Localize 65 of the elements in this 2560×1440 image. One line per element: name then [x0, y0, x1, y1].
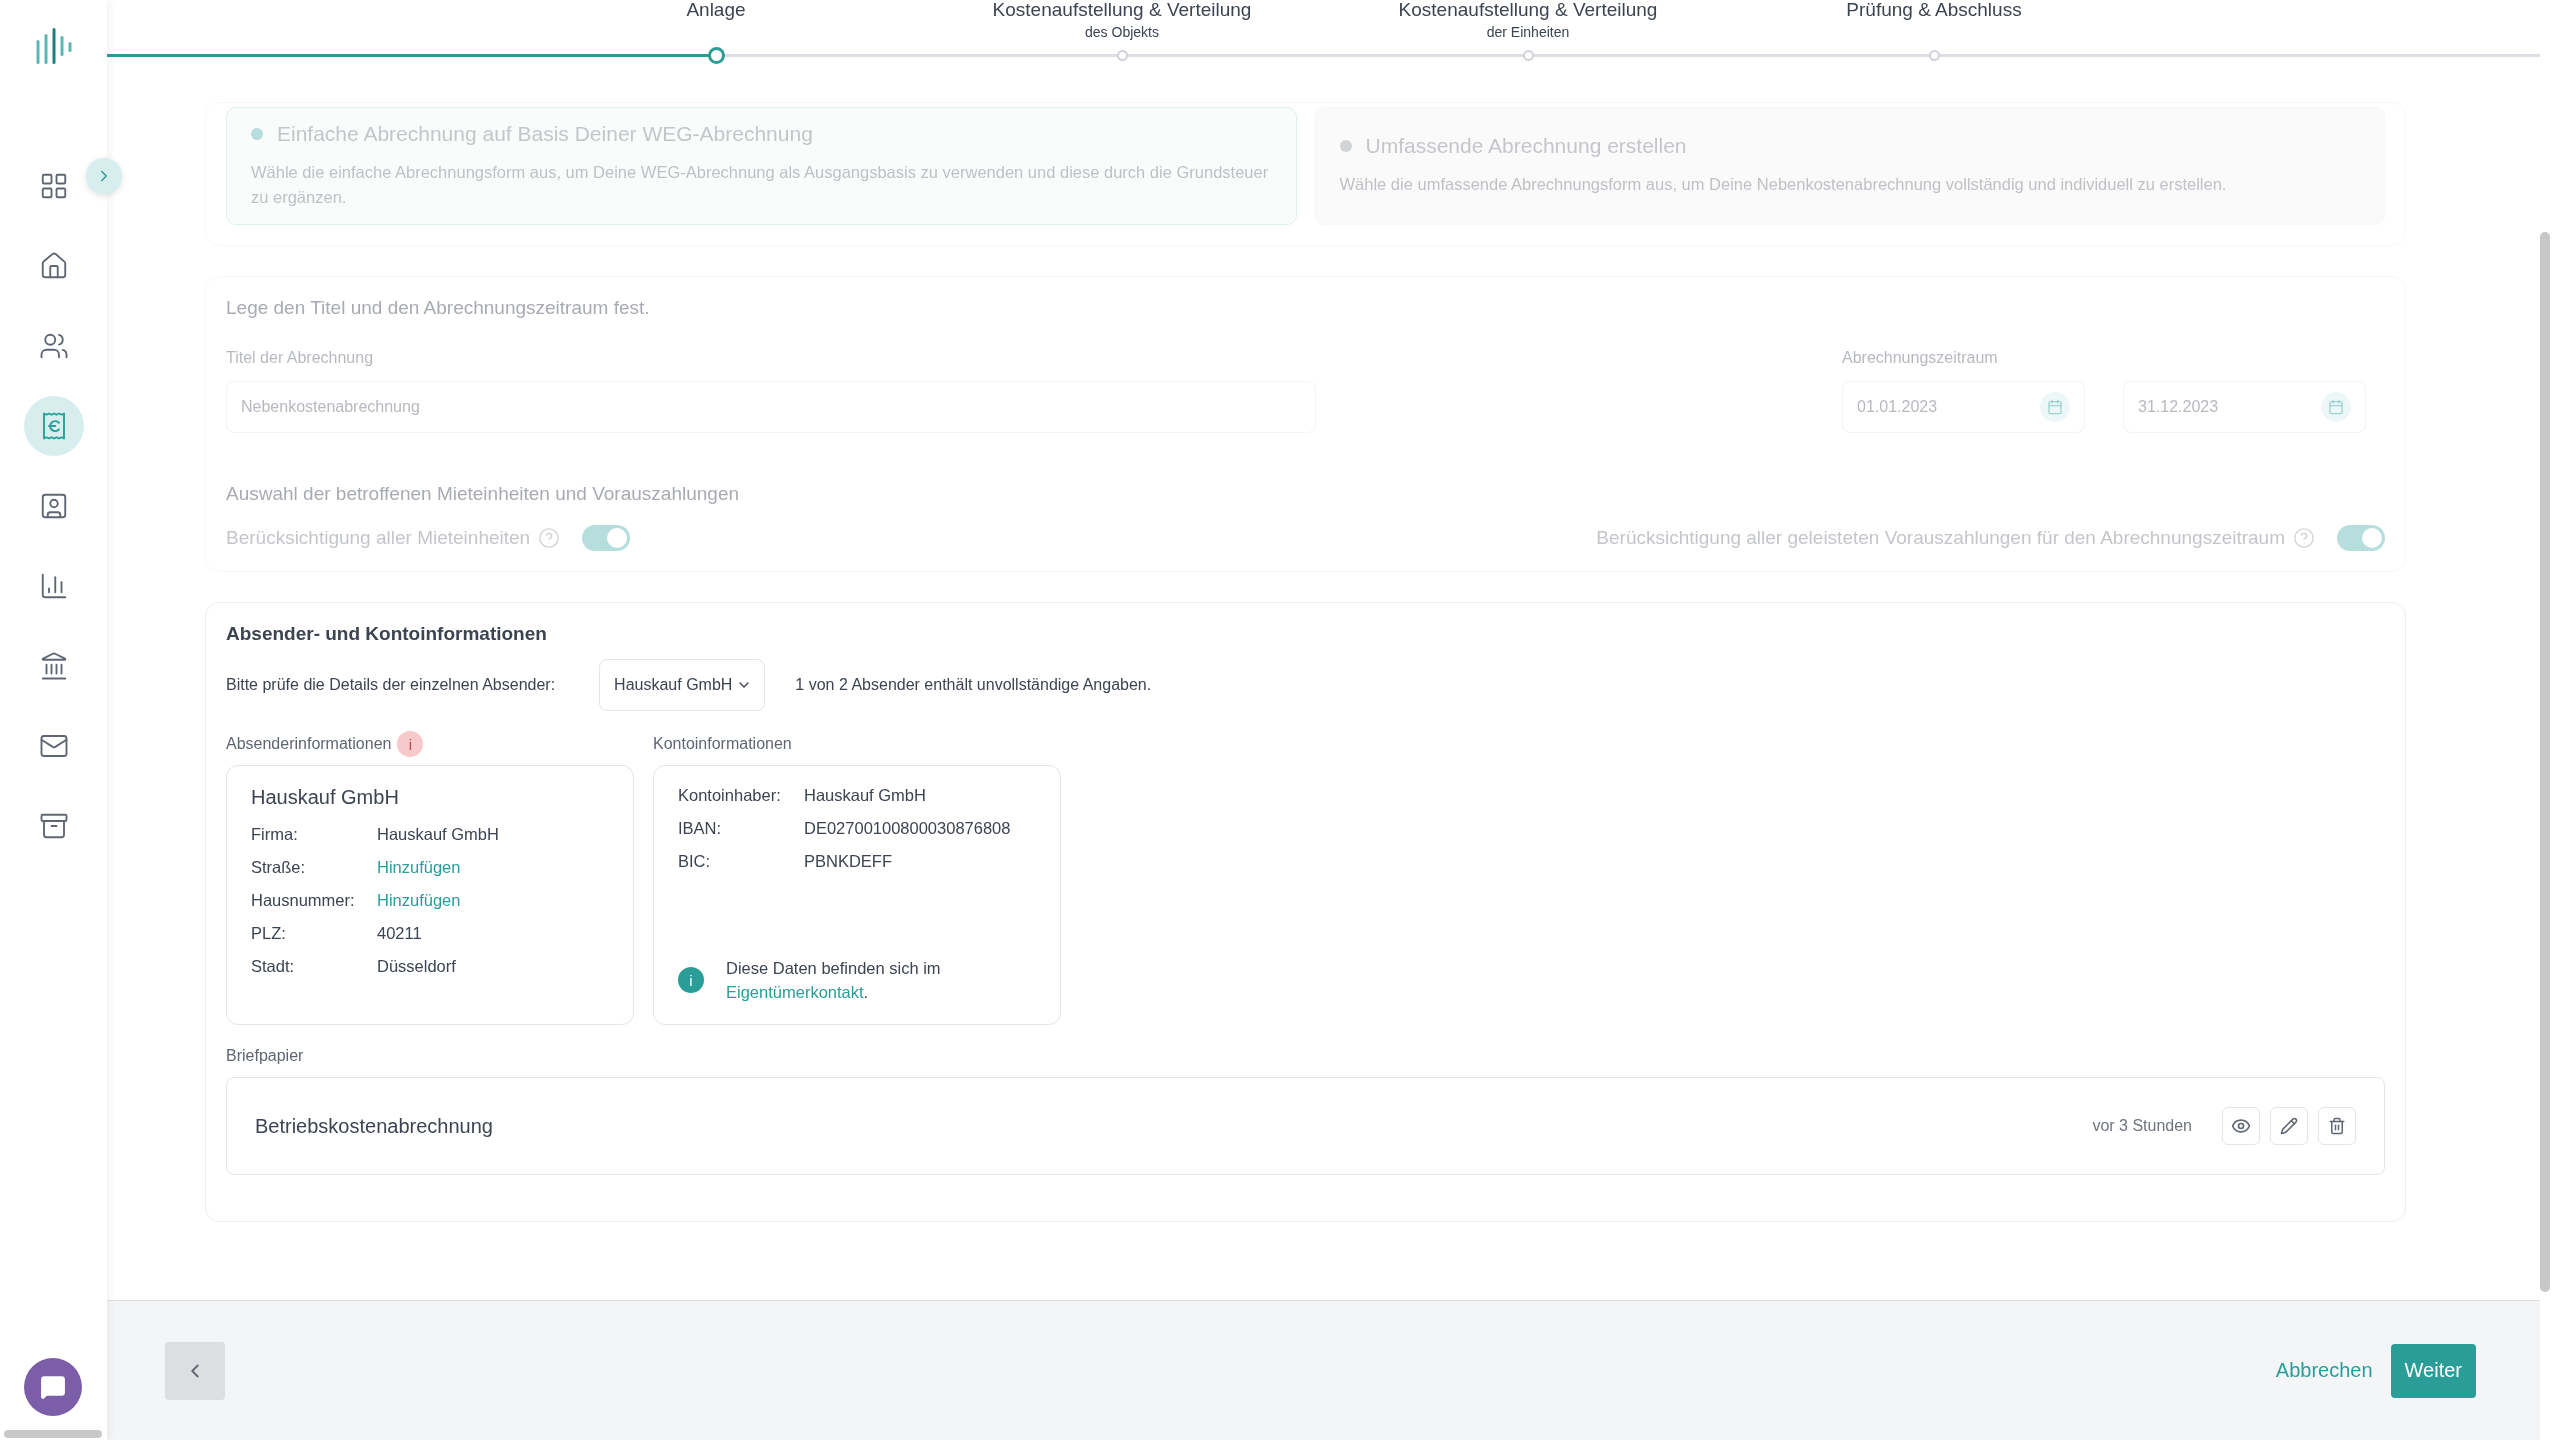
field-label: Titel der Abrechnung — [226, 349, 375, 367]
scrollbar[interactable] — [2540, 232, 2550, 1292]
radio-dot — [251, 128, 263, 140]
logo-icon — [33, 28, 74, 64]
section-heading: Auswahl der betroffenen Mieteinheiten und Vorauszahlungen — [226, 483, 740, 504]
field-label: Kontoinhaber: — [678, 786, 782, 805]
field-value: Hauskauf GmbH — [804, 786, 927, 805]
notice-text: 1 von 2 Absender enthält unvollständige Angaben. — [795, 676, 1152, 694]
eye-icon — [2231, 1116, 2251, 1136]
toggle-label: Berücksichtigung aller geleisteten Vorauszahlungen für den Abrechnungszeitraum — [1596, 527, 2285, 549]
delete-button[interactable] — [2318, 1107, 2356, 1145]
step-marker[interactable] — [707, 47, 725, 64]
field-value: Hauskauf GmbH — [377, 825, 500, 844]
step-label: Kostenaufstellung & Verteilung — [992, 0, 1252, 20]
section-heading: Absender- und Kontoinformationen — [226, 623, 547, 644]
step-marker[interactable] — [1522, 50, 1534, 61]
info-note: Diese Daten befinden sich im Eigentümerkontakt. — [726, 958, 942, 1003]
step-label: Kostenaufstellung & Verteilung — [1398, 0, 1658, 20]
subheading: Kontoinformationen — [653, 735, 792, 753]
step-label: Anlage — [686, 0, 746, 20]
scrollbar[interactable] — [4, 1430, 102, 1438]
step-label: Prüfung & Abschluss — [1846, 0, 2022, 20]
field-label: PLZ: — [251, 924, 287, 943]
info-badge: i — [678, 967, 704, 993]
step-marker[interactable] — [1116, 50, 1128, 61]
option-description: Wähle die einfache Abrechnungsform aus, um Deine WEG-Abrechnung als Ausgangsbasis zu verwenden und diese durch die Grundsteuer zu ergänzen. — [251, 162, 1270, 208]
field-value: 40211 — [377, 924, 423, 943]
cancel-button[interactable]: Abbrechen — [2265, 1351, 2383, 1390]
field-label: Hausnummer: — [251, 891, 356, 910]
chat-button[interactable] — [24, 1358, 82, 1416]
subheading: Briefpapier — [226, 1047, 304, 1064]
subheading: Absenderinformationen — [226, 735, 392, 753]
warning-badge[interactable]: i — [397, 731, 424, 757]
option-description: Wähle die umfassende Abrechnungsform aus, um Deine Nebenkostenabrechnung vollständig und individuell zu erstellen. — [1339, 174, 2228, 195]
field-label: Stadt: — [251, 957, 296, 976]
field-label: IBAN: — [678, 819, 723, 838]
timestamp: vor 3 Stunden — [2092, 1117, 2192, 1135]
people-icon — [38, 331, 69, 361]
add-link[interactable]: Hinzufügen — [377, 858, 609, 877]
toggle-label: Berücksichtigung aller Mieteinheiten — [226, 527, 531, 549]
sender-dropdown[interactable]: Hauskauf GmbH — [599, 659, 766, 711]
step-sublabel: der Einheiten — [1486, 24, 1570, 40]
step-marker[interactable] — [1928, 50, 1940, 61]
field-value: Düsseldorf — [377, 957, 457, 976]
prompt-text: Bitte prüfe die Details der einzelnen Absender: — [226, 676, 556, 694]
section-heading: Lege den Titel und den Abrechnungszeitraum fest. — [226, 297, 650, 318]
field-value: DE02700100800030876808 — [804, 819, 1012, 838]
field-label: Straße: — [251, 858, 307, 877]
field-label: Abrechnungszeitraum — [1842, 349, 1999, 367]
next-button[interactable]: Weiter — [2390, 1343, 2476, 1398]
pencil-icon — [2280, 1117, 2298, 1135]
field-value: PBNKDEFF — [804, 852, 893, 871]
preview-button[interactable] — [2222, 1107, 2260, 1145]
edit-button[interactable] — [2270, 1107, 2308, 1145]
radio-dot — [1339, 140, 1352, 152]
letterhead-name: Betriebskostenabrechnung — [255, 1114, 494, 1138]
add-link[interactable]: Hinzufügen — [377, 891, 609, 910]
chat-icon — [40, 1374, 66, 1400]
step-sublabel: des Objekts — [1085, 24, 1159, 40]
contact-link[interactable]: Eigentümerkontakt — [726, 983, 864, 1001]
sender-name: Hauskauf GmbH — [251, 786, 400, 809]
field-label: BIC: — [678, 852, 712, 871]
field-label: Firma: — [251, 825, 299, 844]
trash-icon — [2328, 1117, 2346, 1135]
archive-box-icon — [38, 811, 69, 841]
